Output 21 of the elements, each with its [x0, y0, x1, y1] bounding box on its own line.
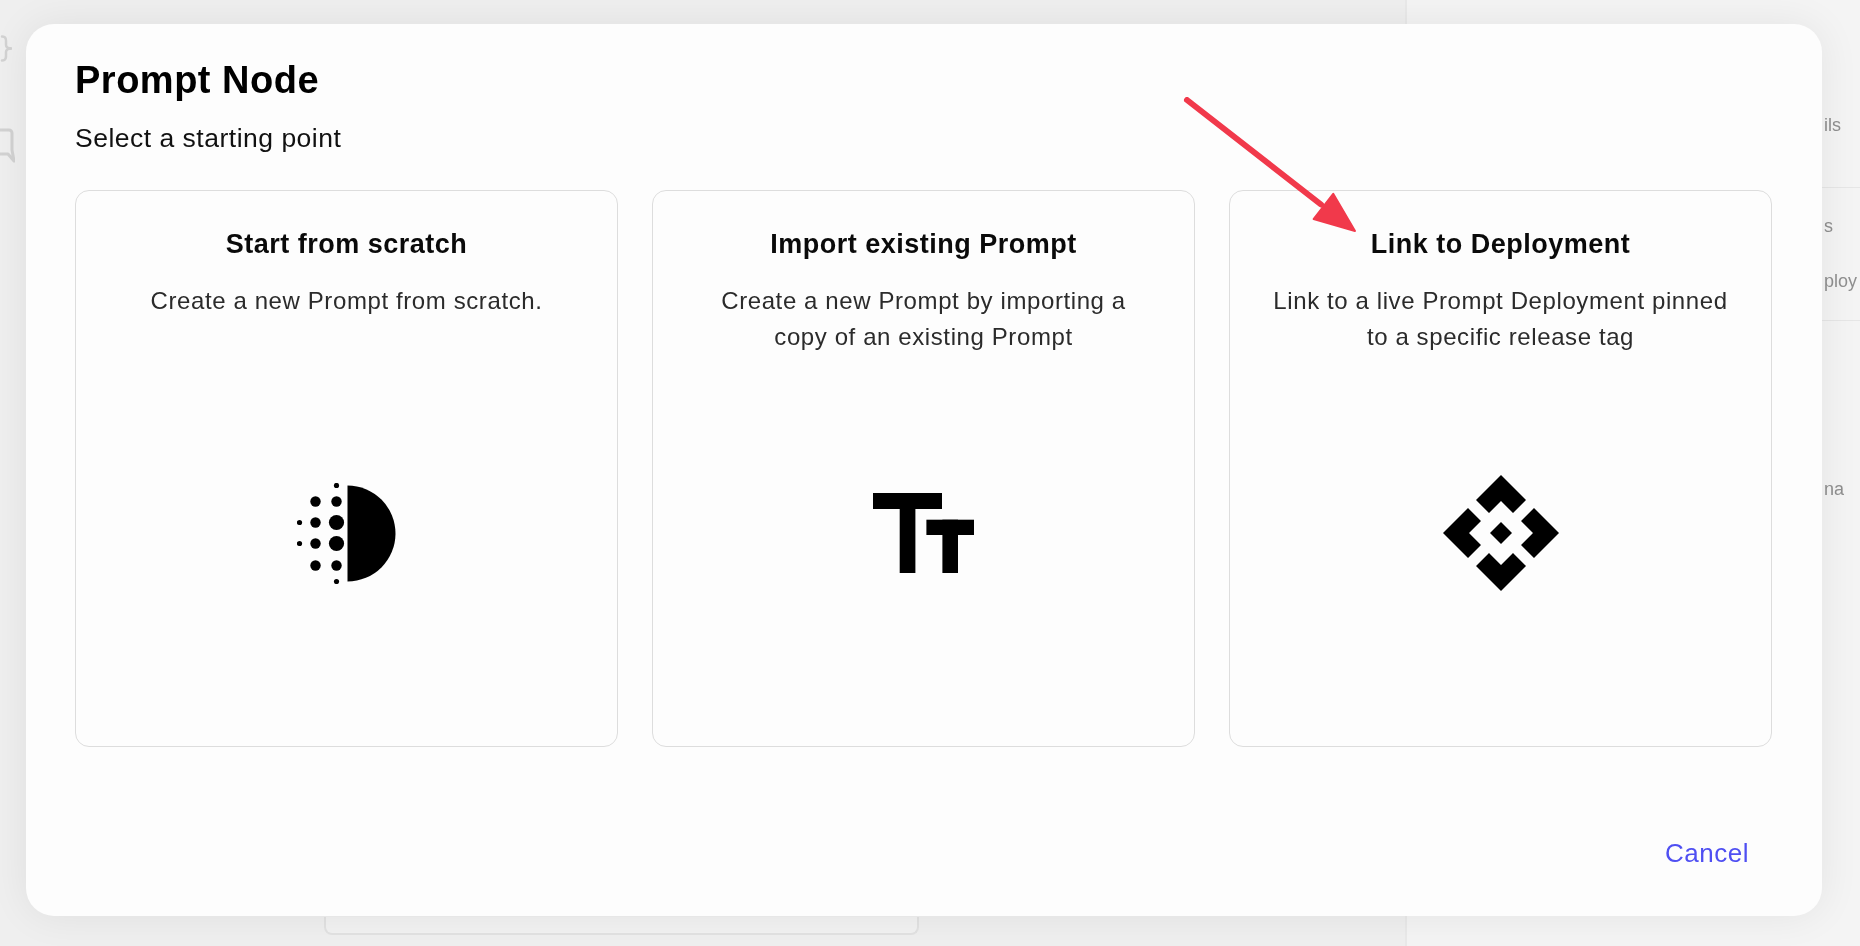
option-description: Create a new Prompt from scratch. — [150, 286, 543, 316]
panel-text: ils — [1824, 114, 1841, 136]
braces-icon — [0, 35, 15, 62]
option-card[interactable]: Import existing Prompt Create a new Prompt by importing a copy of an existing Prompt — [652, 190, 1195, 747]
option-title: Link to Deployment — [1370, 228, 1631, 260]
panel-text: ploy — [1824, 270, 1858, 292]
option-card[interactable]: Link to Deployment Link to a live Prompt Deployment pinned to a specific release tag — [1229, 190, 1772, 747]
panel-text: s — [1824, 215, 1833, 237]
dotted-half-circle-icon — [297, 482, 396, 584]
dialog-title: Prompt Node — [75, 58, 320, 103]
dialog-subtitle: Select a starting point — [75, 122, 342, 154]
option-title: Import existing Prompt — [770, 228, 1077, 260]
option-description: Create a new Prompt by importing a copy of an existing Prompt — [720, 286, 1127, 352]
text-size-icon — [873, 493, 974, 573]
panel-text: na — [1824, 478, 1845, 500]
option-title: Start from scratch — [225, 228, 468, 260]
option-card[interactable]: Start from scratch Create a new Prompt from scratch. — [75, 190, 618, 747]
bubble-icon — [0, 128, 15, 163]
cancel-button[interactable]: Cancel — [1657, 833, 1757, 873]
diamond-pattern-icon — [1442, 475, 1559, 591]
option-description: Link to a live Prompt Deployment pinned to a specific release tag — [1272, 286, 1729, 352]
